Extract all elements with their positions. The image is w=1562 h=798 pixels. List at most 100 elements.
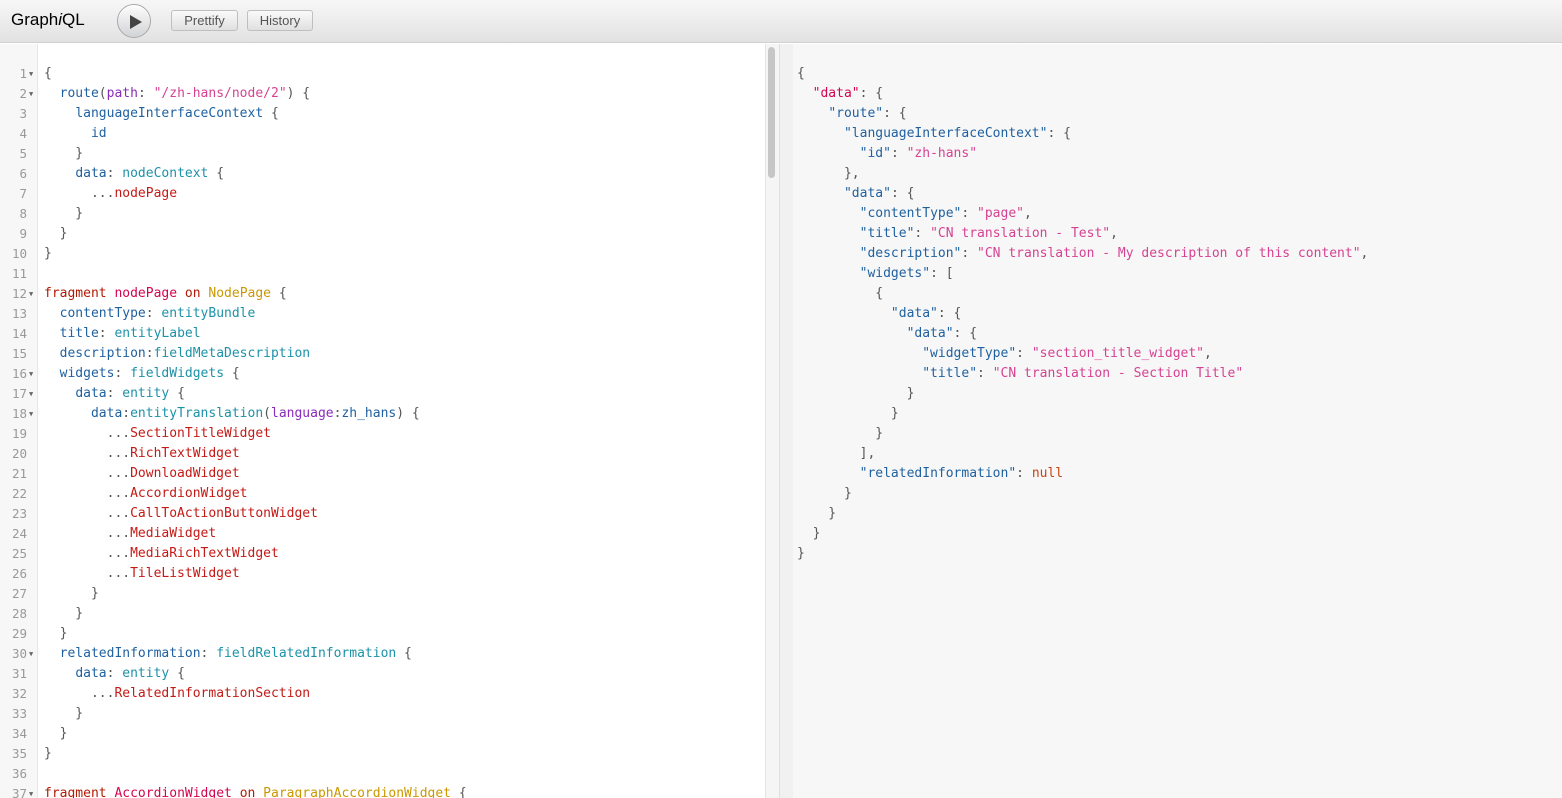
line-number: 29 <box>11 626 27 641</box>
code-token: id <box>90 126 107 141</box>
code-line[interactable]: 34 } <box>0 724 765 744</box>
pane-divider[interactable] <box>779 44 793 798</box>
code-token: { <box>263 106 279 121</box>
code-line[interactable]: 9 } <box>0 224 765 244</box>
result-text: "relatedInformation": null <box>797 464 1064 484</box>
code-line[interactable]: 30 ▼ relatedInformation: fieldRelatedInfo… <box>0 644 765 664</box>
code-token: } <box>797 546 805 561</box>
code-token: "/zh-hans/node/2" <box>153 86 287 101</box>
code-token: "section_title_widget" <box>1031 346 1204 361</box>
query-code[interactable]: 1 ▼{2 ▼ route(path: "/zh-hans/node/2") {3 … <box>0 64 765 798</box>
code-line[interactable]: 22 ...AccordionWidget <box>0 484 765 504</box>
fold-arrow-icon[interactable]: ▼ <box>29 64 36 84</box>
line-number: 20 <box>11 446 27 461</box>
line-number: 15 <box>11 346 27 361</box>
code-line[interactable]: 17 ▼ data: entity { <box>0 384 765 404</box>
code-line[interactable]: 27 } <box>0 584 765 604</box>
code-token: { <box>451 786 467 798</box>
code-line[interactable]: 15 description:fieldMetaDescription <box>0 344 765 364</box>
code-line[interactable]: 2 ▼ route(path: "/zh-hans/node/2") { <box>0 84 765 104</box>
code-line[interactable]: 4 id <box>0 124 765 144</box>
code-token: "data" <box>812 86 860 101</box>
code-line[interactable]: 26 ...TileListWidget <box>0 564 765 584</box>
code-line[interactable]: 31 data: entity { <box>0 664 765 684</box>
code-line[interactable]: 36 <box>0 764 765 784</box>
code-token: entityTranslation <box>130 406 264 421</box>
code-token: } <box>44 226 68 241</box>
fold-arrow-icon[interactable]: ▼ <box>29 784 36 798</box>
code-token: , <box>1110 226 1118 241</box>
code-line[interactable]: 28 } <box>0 604 765 624</box>
code-token: "title" <box>922 366 978 381</box>
code-line[interactable]: 12 ▼ fragment nodePage on NodePage { <box>0 284 765 304</box>
code-token: "data" <box>843 186 891 201</box>
code-line[interactable]: 21 ...DownloadWidget <box>0 464 765 484</box>
result-text: } <box>797 424 883 444</box>
fold-arrow-icon[interactable]: ▼ <box>29 384 36 404</box>
code-token: ... <box>44 486 131 501</box>
fold-arrow-icon[interactable]: ▼ <box>29 404 36 424</box>
code-text: route(path: "/zh-hans/node/2") { <box>44 84 310 104</box>
code-line[interactable]: 5 } <box>0 144 765 164</box>
code-line[interactable]: 23 ...CallToActionButtonWidget <box>0 504 765 524</box>
code-token: fragment <box>44 786 107 798</box>
code-line[interactable]: 3 languageInterfaceContext { <box>0 104 765 124</box>
code-token: : <box>961 246 978 261</box>
history-button[interactable]: History <box>247 10 313 31</box>
code-token: }, <box>797 166 860 181</box>
code-token: } <box>44 586 99 601</box>
code-token: entityLabel <box>114 326 201 341</box>
result-text: "widgetType": "section_title_widget", <box>797 344 1212 364</box>
code-line[interactable]: 33 } <box>0 704 765 724</box>
code-line[interactable]: 1 ▼ { <box>0 64 765 84</box>
code-line[interactable]: 19 ...SectionTitleWidget <box>0 424 765 444</box>
code-token: { <box>797 286 884 301</box>
result-text: } <box>797 524 821 544</box>
code-line[interactable]: 16 ▼ widgets: fieldWidgets { <box>0 364 765 384</box>
result-text: "widgets": [ <box>797 264 954 284</box>
code-line[interactable]: 18 ▼ data:entityTranslation(language:zh_h… <box>0 404 765 424</box>
code-line[interactable]: 8 } <box>0 204 765 224</box>
code-token: } <box>44 626 68 641</box>
code-token: "data" <box>906 326 954 341</box>
code-token: : <box>106 386 123 401</box>
line-number: 34 <box>11 726 27 741</box>
code-token: "description" <box>859 246 962 261</box>
line-number: 27 <box>11 586 27 601</box>
code-token: : { <box>859 86 884 101</box>
code-token: : <box>122 406 131 421</box>
code-line[interactable]: 29 } <box>0 624 765 644</box>
line-number: 37 <box>11 786 27 798</box>
code-line[interactable]: 24 ...MediaWidget <box>0 524 765 544</box>
line-number: 23 <box>11 506 27 521</box>
code-line[interactable]: 20 ...RichTextWidget <box>0 444 765 464</box>
fold-arrow-icon[interactable]: ▼ <box>29 644 36 664</box>
code-token: : { <box>953 326 978 341</box>
code-line[interactable]: 13 contentType: entityBundle <box>0 304 765 324</box>
fold-arrow-icon[interactable]: ▼ <box>29 84 36 104</box>
execute-query-button[interactable] <box>117 4 151 38</box>
code-text: ...RelatedInformationSection <box>44 684 310 704</box>
code-token: { <box>797 66 805 81</box>
code-line[interactable]: 35} <box>0 744 765 764</box>
prettify-button[interactable]: Prettify <box>171 10 238 31</box>
code-line[interactable]: 6 data: nodeContext { <box>0 164 765 184</box>
fold-arrow-icon[interactable]: ▼ <box>29 284 36 304</box>
code-line[interactable]: 32 ...RelatedInformationSection <box>0 684 765 704</box>
editor-scrollbar-thumb[interactable] <box>768 47 775 178</box>
code-line[interactable]: 7 ...nodePage <box>0 184 765 204</box>
code-line[interactable]: 11 <box>0 264 765 284</box>
fold-arrow-icon[interactable]: ▼ <box>29 364 36 384</box>
code-token: : { <box>937 306 962 321</box>
code-line[interactable]: 37 ▼ fragment AccordionWidget on Paragraph… <box>0 784 765 798</box>
code-text: ...AccordionWidget <box>44 484 248 504</box>
code-line[interactable]: 10} <box>0 244 765 264</box>
code-token: { <box>208 166 225 181</box>
code-token: : <box>145 306 162 321</box>
code-line[interactable]: 25 ...MediaRichTextWidget <box>0 544 765 564</box>
query-editor[interactable]: 1 ▼{2 ▼ route(path: "/zh-hans/node/2") {3 … <box>0 44 779 798</box>
code-line[interactable]: 14 title: entityLabel <box>0 324 765 344</box>
